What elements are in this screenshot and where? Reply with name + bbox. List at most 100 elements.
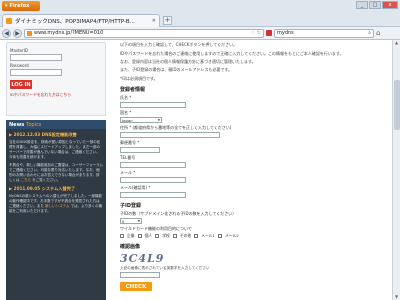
intro-line: なお、登録内容は当社の個人情報保護方針に基づき適切に管理いたします。 xyxy=(120,59,256,64)
search-icon[interactable]: ⌕ xyxy=(368,30,371,36)
reload-icon[interactable]: ↻ xyxy=(257,30,261,36)
news-body: ▶ 2012.12.03 DNS設定機能改善 当社のDNS設定を、検索が遅い原因… xyxy=(6,129,106,300)
news-subtitle: Topics xyxy=(26,121,42,128)
address-label: 住所 * (都道府県から番地等の全てを正しく入力してください) xyxy=(120,125,232,130)
reason-checkbox[interactable] xyxy=(155,234,160,238)
email-confirm-input[interactable] xyxy=(120,192,186,198)
news-item-date: ▶ 2011.09.05 システム入替完了 xyxy=(9,186,76,191)
reason-option-label: 個人 xyxy=(144,233,153,238)
reason-label: ワイルドカード機能の利用目的について xyxy=(120,226,192,231)
intro-line: IDやパスワードを忘れた場合のご連絡に使用しますので正確に入力してください。この… xyxy=(120,51,344,56)
news-item-date: ▶ 2012.12.03 DNS設定機能改善 xyxy=(9,132,77,137)
left-column: MasterID Password LOG IN IDやパスワードを忘れた方はこ… xyxy=(6,40,106,300)
back-arrow-icon: ◀ xyxy=(4,29,9,37)
captcha-image: 3C4L9 xyxy=(120,252,165,265)
tel-label: TEL番号 xyxy=(120,155,136,160)
search-bar[interactable]: mydns ⌕ xyxy=(274,28,374,38)
child-count-value: 0 xyxy=(122,218,125,224)
firefox-menu-label: Firefox xyxy=(9,3,30,9)
reason-option-label: メール2 xyxy=(224,233,239,238)
email-input[interactable] xyxy=(120,177,186,183)
site-identity-icon xyxy=(27,30,32,36)
news-item-link[interactable]: こちら xyxy=(21,178,32,182)
title-bar: ▾ Firefox _ □ x xyxy=(0,0,400,12)
reason-option-label: その他 xyxy=(179,233,192,238)
name-label: 氏名 * xyxy=(120,95,132,100)
required-note: *印は必須項目です。 xyxy=(120,76,158,81)
reason-checkbox[interactable] xyxy=(120,234,124,238)
news-item-text: 当社のDNS設定を、検索が遅い原因となっていた一部の処理を改善し、大幅にスピード… xyxy=(9,140,101,159)
child-count-select[interactable]: 0 ▼ xyxy=(120,218,142,224)
navigation-bar: ◀ ▶ www.mydns.jp/?MENU=010 ☆ ↻ mydns ⌕ ⌂ xyxy=(0,27,400,40)
child-count-note: 子IDの数（サブドメイン化される子IDの数を入力してください） xyxy=(120,211,237,216)
login-button[interactable]: LOG IN xyxy=(10,80,32,89)
reason-checkbox[interactable] xyxy=(217,234,222,238)
url-bar[interactable]: www.mydns.jp/?MENU=010 ☆ ↻ xyxy=(24,28,264,38)
check-button[interactable]: CHECK xyxy=(120,282,152,291)
tab-title: ダイナミックDNS、POP3IMAP4/FTP/HTTP-B... xyxy=(15,19,135,25)
registration-form: 以下の項目を入力し確認して、CHECKボタンを押してください。 IDやパスワード… xyxy=(120,40,390,300)
window-controls: _ □ x xyxy=(356,1,398,9)
master-id-label: MasterID xyxy=(10,48,28,53)
chevron-down-icon: ▼ xyxy=(137,219,140,223)
url-text: www.mydns.jp/?MENU=010 xyxy=(34,30,104,36)
back-button[interactable]: ◀ xyxy=(2,28,11,38)
search-engine-icon[interactable] xyxy=(266,30,272,36)
reason-option-label: 企業 xyxy=(127,233,135,238)
reason-option-label: 学校 xyxy=(162,233,170,238)
master-id-input[interactable] xyxy=(10,54,62,61)
scroll-up-icon[interactable]: ▲ xyxy=(393,40,400,46)
scrollbar-thumb[interactable] xyxy=(394,80,400,130)
section-captcha: 確認画像 xyxy=(120,244,141,250)
forward-arrow-icon: ▶ xyxy=(15,29,20,37)
password-input[interactable] xyxy=(10,69,62,76)
chevron-down-icon: ▼ xyxy=(157,118,160,122)
reason-option-label: メール1 xyxy=(201,233,215,238)
login-box: MasterID Password LOG IN IDやパスワードを忘れた方はこ… xyxy=(6,42,106,116)
news-item-text: MyDNSの新システムへの入替えが完了しました。一部機能の動作確認中です。お手数… xyxy=(9,194,103,214)
email-confirm-label: メール(確認用) * xyxy=(120,185,151,190)
close-window-button[interactable]: x xyxy=(382,1,398,9)
chevron-down-icon: ▾ xyxy=(5,3,8,9)
minimize-button[interactable]: _ xyxy=(356,1,368,9)
bookmark-star-icon[interactable]: ☆ xyxy=(250,30,254,36)
news-title: News xyxy=(9,121,25,128)
news-item-tail: をご覧ください。 xyxy=(32,178,61,182)
reason-checkbox[interactable] xyxy=(137,234,142,238)
reason-checkbox[interactable] xyxy=(194,234,199,238)
section-child-id: 子ID登録 xyxy=(120,203,142,209)
site-favicon-icon xyxy=(6,18,12,24)
scroll-down-icon[interactable]: ▼ xyxy=(393,294,400,300)
forgot-password-link[interactable]: IDやパスワードを忘れた方はこちら xyxy=(10,92,102,98)
captcha-note: 上記の画像に表示されている英数字を入力してください xyxy=(120,266,210,270)
web-page: MasterID Password LOG IN IDやパスワードを忘れた方はこ… xyxy=(0,40,392,300)
reason-checkbox[interactable] xyxy=(172,234,177,238)
close-tab-icon[interactable]: ✕ xyxy=(152,18,156,24)
tab-strip: ダイナミックDNS、POP3IMAP4/FTP/HTTP-B... ✕ + xyxy=(0,12,400,27)
zip-input[interactable] xyxy=(120,147,160,153)
country-label: 国名 * xyxy=(120,110,132,115)
tab-mydns[interactable]: ダイナミックDNS、POP3IMAP4/FTP/HTTP-B... ✕ xyxy=(2,14,160,27)
section-user-info: 登録者情報 xyxy=(120,87,146,93)
country-value: Japan xyxy=(122,117,133,123)
reason-options: 企業 個人 学校 その他 メール1 メール2 xyxy=(120,233,390,239)
country-select[interactable]: Japan ▼ xyxy=(120,117,162,123)
new-tab-button[interactable]: + xyxy=(163,16,172,25)
page-scrollbar[interactable]: ▲ ▼ xyxy=(392,40,400,300)
intro-line: また、子ID登録の場合は、親IDのメールアドレスも必要です。 xyxy=(120,67,233,72)
news-header: News Topics xyxy=(6,120,106,129)
search-query: mydns xyxy=(277,30,294,36)
maximize-button[interactable]: □ xyxy=(369,1,381,9)
tel-input[interactable] xyxy=(120,162,186,168)
forward-button[interactable]: ▶ xyxy=(13,28,22,38)
captcha-input[interactable] xyxy=(120,272,160,278)
news-item-link[interactable]: 新しいシステム xyxy=(45,204,69,208)
password-label: Password xyxy=(10,63,29,68)
name-input[interactable] xyxy=(120,102,186,108)
firefox-menu-button[interactable]: ▾ Firefox xyxy=(2,1,40,11)
address-input[interactable] xyxy=(120,132,220,138)
home-icon[interactable]: ⌂ xyxy=(376,29,380,37)
news-item-extra: 不具合や、新しい機能追加のご要望は、ユーザーフォーラムでご連絡ください。可能な限… xyxy=(9,163,103,183)
email-label: メール * xyxy=(120,170,136,175)
intro-line: 以下の項目を入力し確認して、CHECKボタンを押してください。 xyxy=(120,42,238,47)
